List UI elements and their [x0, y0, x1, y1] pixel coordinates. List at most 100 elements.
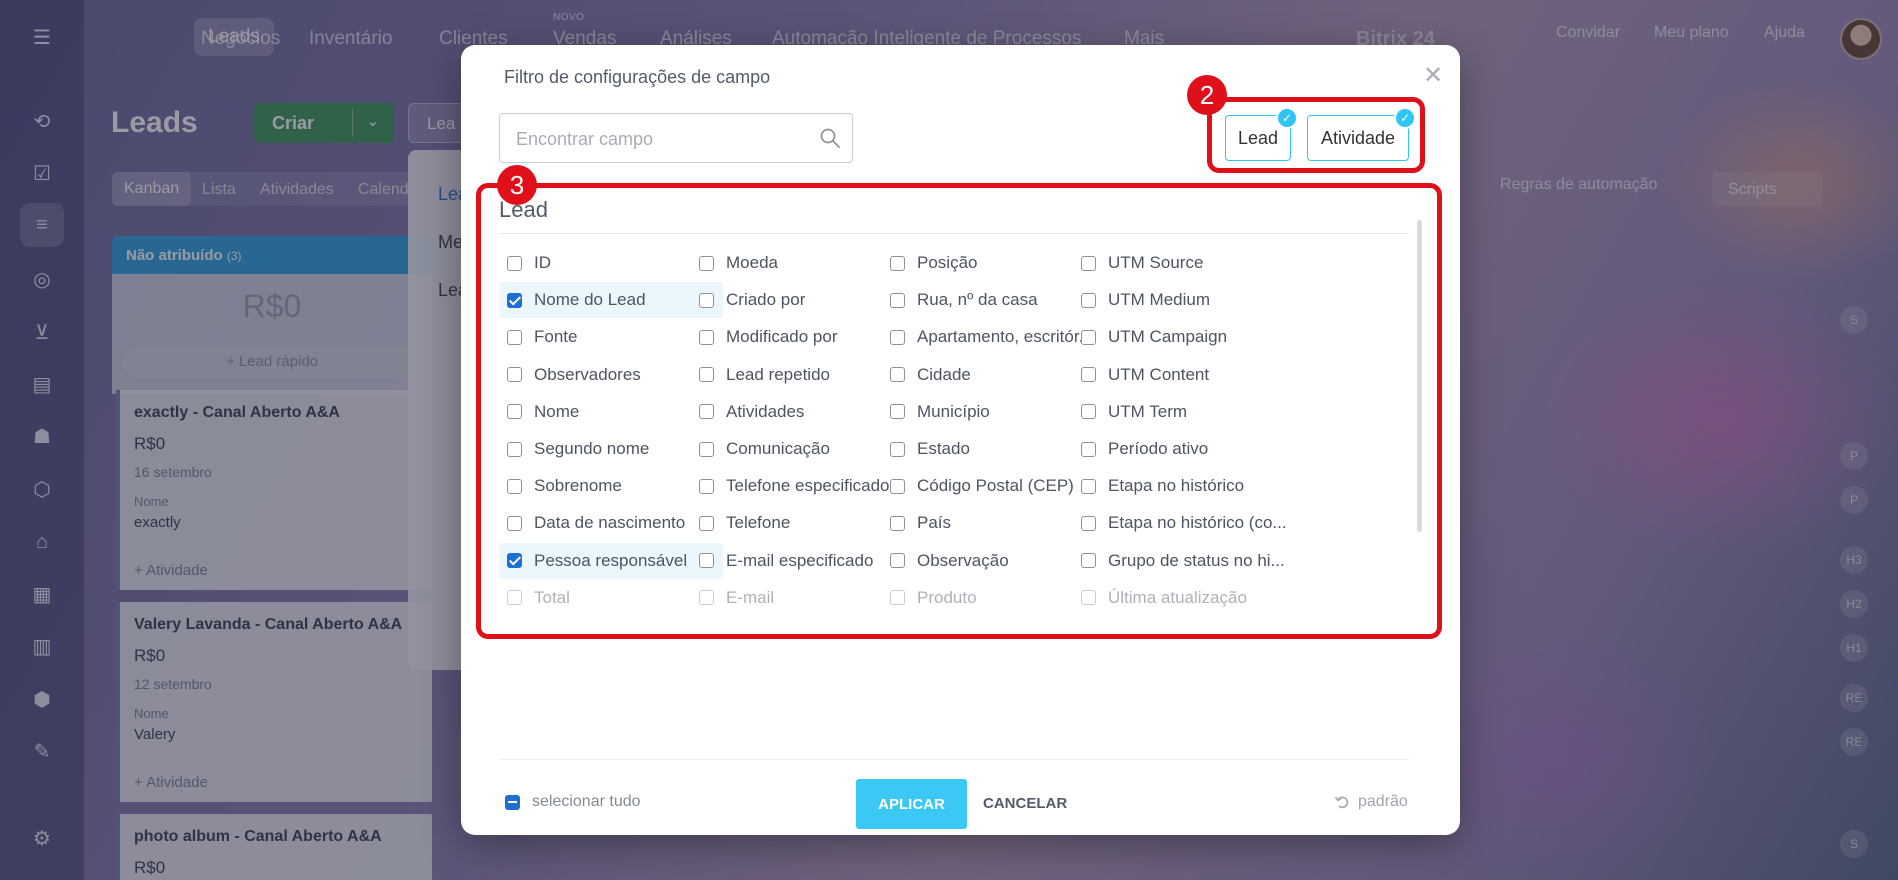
checkbox-unchecked[interactable]: [699, 441, 714, 457]
field-label: Total: [534, 587, 570, 607]
checkbox-unchecked[interactable]: [507, 329, 522, 345]
checkbox-unchecked[interactable]: [890, 255, 905, 271]
checkbox-unchecked[interactable]: [890, 590, 905, 606]
field-checkbox[interactable]: Nome: [499, 394, 723, 430]
field-checkbox[interactable]: UTM Source: [1073, 245, 1297, 281]
search-input[interactable]: [514, 126, 818, 152]
checkbox-unchecked[interactable]: [507, 478, 522, 494]
checkbox-checked[interactable]: [507, 292, 522, 308]
field-checkbox[interactable]: Período ativo: [1073, 431, 1297, 467]
field-label: Apartamento, escritór...: [917, 327, 1093, 347]
field-checkbox[interactable]: Pessoa responsável: [499, 542, 723, 579]
field-label: ID: [534, 253, 551, 272]
field-checkbox[interactable]: Data de nascimento: [499, 505, 723, 541]
checkbox-unchecked[interactable]: [699, 404, 714, 420]
field-checkbox[interactable]: Sobrenome: [499, 468, 723, 504]
annotation-badge-2: 2: [1187, 75, 1227, 115]
select-all-toggle[interactable]: selecionar tudo: [505, 793, 641, 811]
checkbox-unchecked[interactable]: [699, 292, 714, 308]
checkbox-unchecked[interactable]: [890, 441, 905, 457]
checkbox-unchecked[interactable]: [699, 515, 714, 531]
checkbox-unchecked[interactable]: [699, 255, 714, 271]
field-label: Pessoa responsável: [534, 550, 688, 570]
checkbox-unchecked[interactable]: [507, 590, 522, 606]
field-checkbox[interactable]: Fonte: [499, 319, 723, 355]
checkbox-unchecked[interactable]: [699, 553, 714, 569]
section-title: Lead: [499, 197, 548, 222]
field-label: Moeda: [726, 253, 778, 272]
field-label: Atividades: [726, 401, 805, 421]
checkbox-checked[interactable]: [507, 553, 522, 569]
checkbox-unchecked[interactable]: [890, 553, 905, 569]
checkbox-unchecked[interactable]: [699, 478, 714, 494]
field-checkbox[interactable]: UTM Content: [1073, 357, 1297, 393]
field-label: Cidade: [917, 364, 971, 384]
divider: [499, 759, 1409, 760]
annotation-box-tags: [1207, 97, 1425, 173]
field-label: UTM Campaign: [1108, 327, 1228, 347]
field-label: Etapa no histórico (co...: [1108, 513, 1287, 533]
checkbox-unchecked[interactable]: [507, 441, 522, 457]
field-label: Última atualização: [1108, 587, 1247, 607]
field-checkbox[interactable]: Grupo de status no hi...: [1073, 543, 1297, 579]
checkbox-unchecked[interactable]: [890, 292, 905, 308]
reset-label: padrão: [1358, 793, 1408, 810]
checkbox-unchecked[interactable]: [1081, 553, 1096, 569]
checkbox-unchecked[interactable]: [1081, 255, 1096, 271]
field-label: UTM Medium: [1108, 290, 1211, 310]
field-checkbox[interactable]: Segundo nome: [499, 431, 723, 467]
field-label: UTM Term: [1108, 401, 1188, 421]
field-checkbox[interactable]: Etapa no histórico (co...: [1073, 505, 1297, 541]
checkbox-unchecked[interactable]: [1081, 404, 1096, 420]
checkbox-unchecked[interactable]: [1081, 367, 1096, 383]
checkbox-unchecked[interactable]: [1081, 292, 1096, 308]
field-checkbox[interactable]: Observadores: [499, 357, 723, 393]
apply-button[interactable]: APLICAR: [856, 779, 967, 829]
field-label: UTM Source: [1108, 253, 1204, 272]
field-checkbox[interactable]: UTM Medium: [1073, 282, 1297, 318]
checkbox-unchecked[interactable]: [699, 590, 714, 606]
checkbox-unchecked[interactable]: [1081, 590, 1096, 606]
checkbox-unchecked[interactable]: [1081, 329, 1096, 345]
field-label: Observadores: [534, 364, 641, 384]
checkbox-unchecked[interactable]: [1081, 515, 1096, 531]
cancel-button[interactable]: CANCELAR: [983, 795, 1067, 812]
field-checkbox[interactable]: Última atualização: [1073, 580, 1297, 616]
field-label: Criado por: [726, 290, 806, 310]
field-checkbox[interactable]: Total: [499, 580, 723, 616]
field-label: Nome do Lead: [534, 290, 646, 310]
field-label: Telefone: [726, 513, 791, 533]
checkbox-unchecked[interactable]: [507, 515, 522, 531]
checkbox-unchecked[interactable]: [699, 329, 714, 345]
field-label: Telefone especificado: [726, 476, 890, 496]
checkbox-unchecked[interactable]: [890, 367, 905, 383]
checkbox-unchecked[interactable]: [890, 515, 905, 531]
field-label: Modificado por: [726, 327, 838, 347]
field-label: Posição: [917, 253, 978, 272]
checkbox-unchecked[interactable]: [1081, 441, 1096, 457]
indeterminate-checkbox[interactable]: [505, 794, 520, 810]
field-label: País: [917, 513, 952, 533]
field-checkbox[interactable]: ID: [499, 245, 723, 281]
field-checkbox[interactable]: UTM Campaign: [1073, 319, 1297, 355]
checkbox-unchecked[interactable]: [507, 404, 522, 420]
field-label: UTM Content: [1108, 364, 1210, 384]
checkbox-unchecked[interactable]: [507, 367, 522, 383]
reset-default-button[interactable]: padrão: [1334, 793, 1408, 811]
close-icon[interactable]: ✕: [1423, 61, 1443, 90]
checkbox-unchecked[interactable]: [890, 404, 905, 420]
checkbox-unchecked[interactable]: [890, 478, 905, 494]
field-checkbox[interactable]: UTM Term: [1073, 394, 1297, 430]
checkbox-unchecked[interactable]: [699, 367, 714, 383]
field-label: Código Postal (CEP): [917, 476, 1074, 496]
scrollbar[interactable]: [1417, 220, 1422, 532]
field-label: Grupo de status no hi...: [1108, 550, 1285, 570]
dialog-title: Filtro de configurações de campo: [504, 67, 771, 87]
field-checkbox[interactable]: Nome do Lead: [499, 282, 723, 319]
field-checkbox[interactable]: Etapa no histórico: [1073, 468, 1297, 504]
checkbox-unchecked[interactable]: [1081, 478, 1096, 494]
checkbox-unchecked[interactable]: [890, 329, 905, 345]
search-icon[interactable]: [818, 126, 842, 150]
checkbox-unchecked[interactable]: [507, 255, 522, 271]
field-label: Etapa no histórico: [1108, 476, 1245, 496]
